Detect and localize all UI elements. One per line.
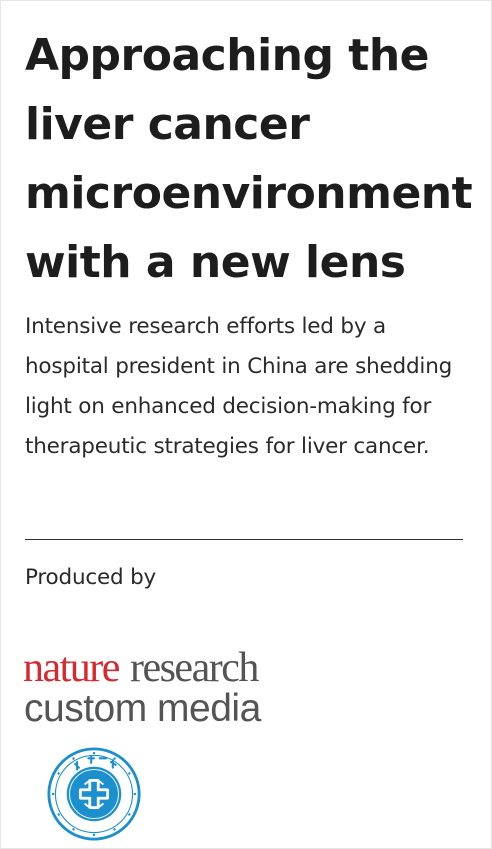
svg-text:nature research: nature research [23, 645, 259, 691]
produced-by-label: Produced by [25, 565, 157, 590]
logo-word-nature: nature [23, 645, 120, 691]
article-headline: Approaching the liver cancer microenviro… [25, 30, 473, 288]
hospital-seal-icon [47, 747, 141, 841]
page-frame: Approaching the liver cancer microenviro… [0, 0, 492, 849]
nature-research-custom-media-logo: nature research custom media [23, 645, 262, 730]
article-standfirst: Intensive research efforts led by a hosp… [25, 314, 453, 459]
logo-word-research: research [130, 645, 259, 691]
logo-line-custom-media: custom media [24, 687, 262, 730]
divider [25, 539, 463, 540]
